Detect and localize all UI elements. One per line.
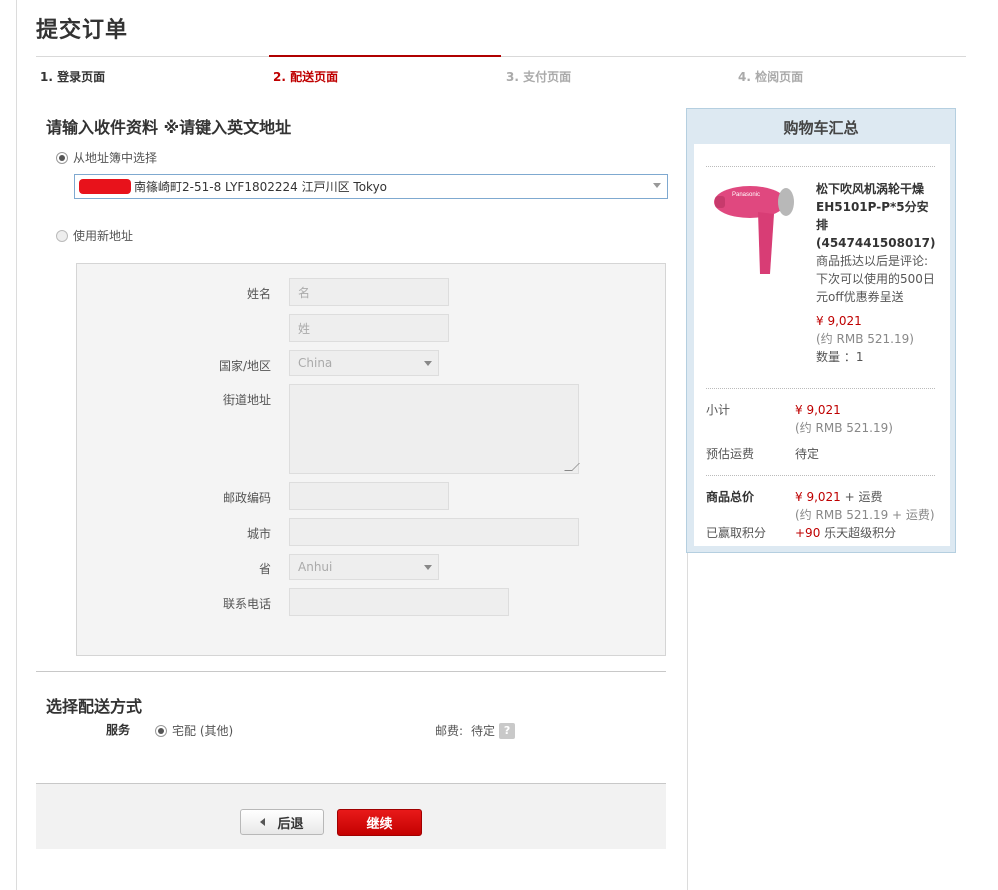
phone-input[interactable] [289,588,509,616]
selected-address-text: 南篠崎町2-51-8 LYF1802224 江戸川区 Tokyo [134,180,388,194]
country-value: China [298,356,333,370]
subtotal-rmb: (约 RMB 521.19) [795,421,893,435]
address-book-radio[interactable] [56,151,68,164]
section-divider [36,671,666,672]
dryer-handle [758,212,774,274]
postal-label: 邮政编码 [222,491,271,505]
country-select[interactable]: China [289,350,439,376]
postage-info: 邮费: 待定 ? [435,722,516,739]
total-label: 商品总价 [706,490,755,504]
back-button-label: 后退 [277,816,304,832]
shipping-heading: 选择配送方式 [46,697,143,716]
step-payment: 3. 支付页面 [506,70,572,84]
street-label: 街道地址 [222,393,271,407]
product-promo: 商品抵达以后是评论:下次可以使用的500日元off优惠券呈送 [816,254,935,304]
postage-value: 待定 [471,724,496,738]
column-divider [687,552,688,890]
address-book-label: 从地址簿中选择 [73,151,158,165]
shipping-option-radio[interactable] [155,724,167,737]
step-login: 1. 登录页面 [40,70,106,84]
total-row: ¥ 9,021 + 运费 [795,488,883,506]
product-quantity: 数量 ：1 [816,350,864,364]
dryer-brand-mark: Panasonic [732,192,760,198]
shipping-estimate-label: 预估运费 [706,447,755,461]
name-label: 姓名 [246,287,271,301]
help-icon[interactable]: ? [499,722,516,739]
cart-title: 购物车汇总 [783,119,859,137]
new-address-label: 使用新地址 [73,229,134,243]
cart-divider [706,166,935,167]
continue-button[interactable]: 继续 [337,809,422,836]
cart-divider [706,475,935,476]
dryer-vent [778,188,794,216]
points-value: +90 [795,526,821,540]
address-book-select[interactable]: 南篠崎町2-51-8 LYF1802224 江戸川区 Tokyo [74,174,668,199]
total-rmb: (约 RMB 521.19 + 运费) [795,508,935,522]
subtotal-value: ¥ 9,021 [795,403,841,417]
back-button[interactable]: 后退 [240,809,324,835]
page-title: 提交订单 [36,18,129,43]
shipping-option[interactable]: 宅配 (其他) [155,722,233,739]
new-address-radio[interactable] [56,229,68,242]
new-address-option[interactable]: 使用新地址 [56,227,133,244]
product-price: ¥ 9,021 [816,314,862,328]
points-label: 已赢取积分 [706,526,767,540]
step-review: 4. 检阅页面 [738,70,804,84]
subtotal-label: 小计 [706,403,731,417]
chevron-down-icon [424,565,432,570]
chevron-down-icon [424,361,432,366]
step-delivery: 2. 配送页面 [273,70,339,84]
new-address-form: 姓名 名 姓 国家/地区 China 街道地址 邮政编码 城市 省 Anhui … [76,263,666,656]
address-heading: 请输入收件资料 ※请键入英文地址 [46,118,292,137]
postage-label: 邮费: [435,724,464,738]
product-price-rmb: (约 RMB 521.19) [816,332,914,346]
country-label: 国家/地区 [218,359,271,373]
left-border [16,0,17,890]
shipping-option-label: 宅配 (其他) [172,724,234,738]
product-name[interactable]: 松下吹风机涡轮干燥EH5101P-P*5分安排(4547441508017) [816,180,940,252]
cart-divider [706,388,935,389]
points-row: +90 乐天超级积分 [795,524,896,542]
last-name-input[interactable]: 姓 [289,314,449,342]
total-value: ¥ 9,021 [795,490,841,504]
total-suffix: + 运费 [844,490,883,504]
hair-dryer-product-image[interactable]: Panasonic [712,178,802,278]
redacted-name [79,179,131,194]
province-select[interactable]: Anhui [289,554,439,580]
steps-active-indicator [269,55,501,57]
points-suffix: 乐天超级积分 [824,526,897,540]
dryer-nozzle [715,196,725,208]
shipping-estimate-value: 待定 [795,447,820,461]
first-name-input[interactable]: 名 [289,278,449,306]
chevron-down-icon [653,183,661,188]
city-input[interactable] [289,518,579,546]
steps-track [36,56,966,57]
service-label: 服务 [106,723,131,737]
street-address-textarea[interactable] [289,384,580,474]
province-label: 省 [258,562,271,576]
caret-left-icon [260,818,266,826]
resize-grip-icon[interactable] [564,463,580,471]
postal-code-input[interactable] [289,482,449,510]
city-label: 城市 [246,527,271,541]
province-value: Anhui [298,560,333,574]
address-book-option[interactable]: 从地址簿中选择 [56,149,157,166]
phone-label: 联系电话 [222,597,271,611]
